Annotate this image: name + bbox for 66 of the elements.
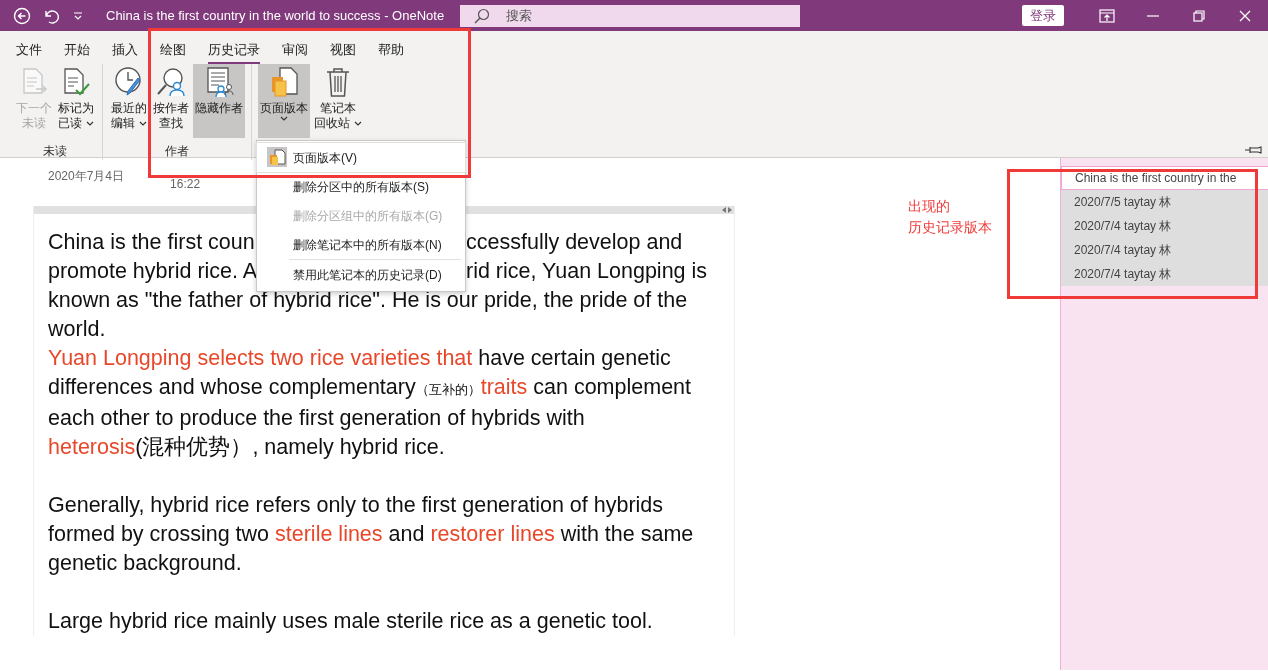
note-text: differences and whose complementary [48, 375, 416, 399]
note-text: known as "the father of hybrid rice". He is our pride, the pride of the [48, 288, 688, 312]
menu-item[interactable]: 删除分区中的所有版本(S) [257, 172, 465, 201]
menu-item[interactable]: 页面版本(V) [257, 143, 465, 172]
page-item[interactable]: China is the first country in the [1061, 166, 1268, 190]
search-box[interactable]: 搜索 [460, 4, 801, 27]
ribbon-button[interactable]: 按作者 查找 [151, 64, 191, 138]
note-text: restorer lines [430, 522, 555, 546]
ribbon-button[interactable]: 隐藏作者 [193, 64, 245, 138]
ribbon-display-icon[interactable] [1098, 6, 1116, 25]
back-icon[interactable] [13, 6, 31, 25]
note-text: heterosis [48, 435, 136, 459]
menu-item[interactable]: 删除笔记本中的所有版本(N) [257, 230, 465, 259]
caret-icon [354, 120, 362, 127]
ribbon-tab[interactable]: 开始 [64, 35, 90, 64]
pin-icon[interactable] [1244, 145, 1262, 155]
caret-icon [86, 120, 94, 127]
ribbon-tab[interactable]: 帮助 [378, 35, 404, 64]
note-text: have certain genetic [477, 346, 671, 370]
ribbon-button[interactable]: 页面版本 [258, 64, 310, 138]
group-label: 作者 [164, 143, 190, 160]
note-text: world. [48, 317, 106, 341]
ribbon-tab[interactable]: 插入 [112, 35, 138, 64]
note-text: formed by crossing two [48, 522, 271, 546]
note-text: can complement [532, 375, 691, 399]
group-label: 未读 [42, 143, 68, 160]
annotation-line: 出现的 [908, 197, 951, 216]
note-text: sterile lines [275, 522, 383, 546]
version-item[interactable]: 2020/7/5 taytay 林 [1061, 190, 1268, 214]
note-text: with the same [559, 522, 694, 546]
ribbon-tab[interactable]: 绘图 [160, 35, 186, 64]
note-text: and [387, 522, 426, 546]
note-text: traits [480, 375, 528, 399]
version-item[interactable]: 2020/7/4 taytay 林 [1061, 214, 1268, 238]
version-item[interactable]: 2020/7/4 taytay 林 [1061, 238, 1268, 262]
search-icon [474, 7, 491, 24]
menu-item[interactable]: 禁用此笔记本的历史记录(D) [257, 260, 465, 289]
note-text: Yuan Longping selects two rice varieties that [48, 346, 473, 370]
scroll-arrows-icon[interactable] [722, 207, 732, 213]
ribbon-tab[interactable]: 审阅 [282, 35, 308, 64]
caret-icon [139, 120, 147, 127]
ribbon-tab[interactable]: 文件 [16, 35, 42, 64]
note-text: ccessfully develop and [466, 230, 683, 254]
note-text: China is the first coun [48, 230, 255, 254]
note-time: 16:22 [170, 176, 201, 193]
note-text: genetic background. [48, 551, 242, 575]
note-text: Large hybrid rice mainly uses male sterile rice as a genetic tool. [48, 609, 653, 633]
note-text: each other to produce the first generation of hybrids with [48, 406, 585, 430]
ribbon-button[interactable]: 笔记本 回收站 [312, 64, 364, 138]
note-text: (混种优势）, namely hybrid rice. [135, 435, 445, 459]
caret-icon [280, 116, 288, 122]
sign-in-button[interactable]: 登录 [1022, 4, 1064, 27]
note-text: rid rice, Yuan Longping is [466, 259, 708, 283]
search-field[interactable]: 搜索 [504, 4, 765, 27]
ribbon-button[interactable]: 最近的 编辑 [109, 64, 149, 138]
pages-icon [267, 147, 287, 167]
ribbon-button[interactable]: 标记为 已读 [56, 64, 96, 138]
window-title: China is the first country in the world to success - OneNote [106, 6, 445, 25]
note-date: 2020年7月4日 [48, 168, 125, 185]
note-text: （互补的） [415, 382, 481, 397]
ribbon-tab[interactable]: 视图 [330, 35, 356, 64]
annotation-line: 历史记录版本 [908, 218, 992, 237]
version-item[interactable]: 2020/7/4 taytay 林 [1061, 262, 1268, 286]
note-text: promote hybrid rice. A [48, 259, 258, 283]
note-text: Generally, hybrid rice refers only to the first generation of hybrids [48, 493, 664, 517]
magnifier-person-icon [155, 66, 187, 98]
